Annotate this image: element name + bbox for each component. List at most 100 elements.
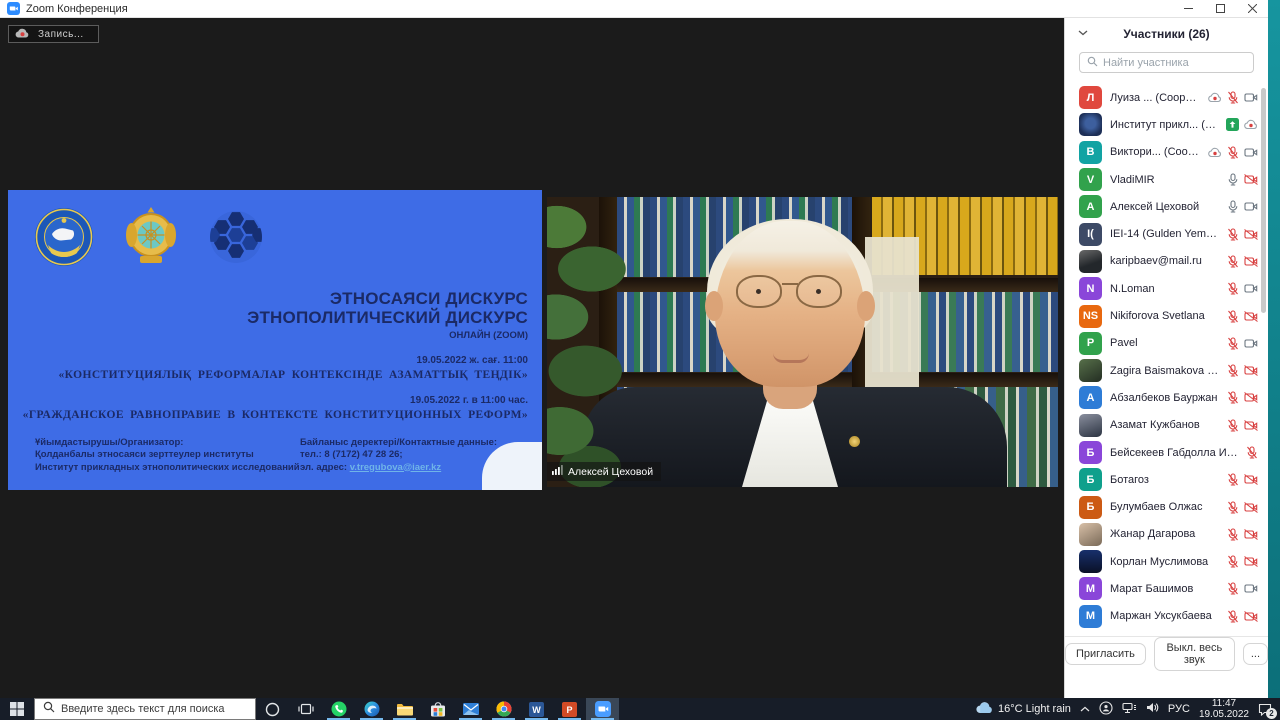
organizer-kk: Қолданбалы этносаяси зерттеулер институт… — [35, 449, 300, 462]
word-icon[interactable]: W — [520, 698, 553, 720]
camera-off-icon — [1244, 174, 1258, 185]
participant-row[interactable]: NSNikiforova Svetlana — [1065, 302, 1268, 329]
participant-row[interactable]: М Марат Башимов — [1065, 575, 1268, 602]
tray-date: 19.05.2022 — [1199, 709, 1249, 720]
participant-row[interactable]: VVladiMIR — [1065, 166, 1268, 193]
participant-row[interactable]: В Виктори... (Соорганизатор) — [1065, 139, 1268, 166]
mic-muted-icon — [1227, 582, 1239, 595]
participant-row[interactable]: Zagira Baismakova (Институт е... — [1065, 357, 1268, 384]
cortana-button[interactable] — [256, 698, 289, 720]
chevron-down-icon[interactable] — [1078, 30, 1088, 36]
participant-name: Виктори... (Соорганизатор) — [1110, 146, 1200, 158]
participant-status-icons — [1246, 446, 1258, 459]
participant-row[interactable]: М Маржан Уксукбаева — [1065, 603, 1268, 630]
participant-name: Марат Башимов — [1110, 583, 1219, 595]
speaker-icon[interactable] — [1146, 702, 1159, 716]
participant-row[interactable]: PPavel — [1065, 330, 1268, 357]
people-icon[interactable] — [1099, 701, 1113, 718]
camera-off-icon — [1244, 311, 1258, 322]
participant-row[interactable]: NN.Loman — [1065, 275, 1268, 302]
slide-subtitle: ОНЛАЙН (ZOOM) — [18, 330, 528, 341]
participant-search-input[interactable]: Найти участника — [1079, 52, 1254, 73]
speaker-glasses — [730, 275, 850, 311]
participant-name: VladiMIR — [1110, 174, 1219, 186]
participant-name: Азамат Кужбанов — [1110, 419, 1219, 431]
participant-row[interactable]: ЛЛуиза ... (Соорганизатор, я) — [1065, 84, 1268, 111]
mic-muted-icon — [1227, 555, 1239, 568]
powerpoint-icon[interactable]: P — [553, 698, 586, 720]
maximize-button[interactable] — [1204, 0, 1236, 17]
participants-title: Участники (26) — [1123, 27, 1209, 41]
invite-button[interactable]: Пригласить — [1065, 643, 1146, 665]
mute-all-button[interactable]: Выкл. весь звук — [1154, 637, 1235, 671]
mic-muted-icon — [1227, 473, 1239, 486]
participant-photo-avatar — [1079, 414, 1102, 437]
participant-row[interactable]: Азамат Кужбанов — [1065, 412, 1268, 439]
window-controls — [1172, 0, 1268, 17]
language-indicator[interactable]: РУС — [1168, 703, 1190, 715]
network-icon[interactable] — [1122, 702, 1137, 717]
participant-row[interactable]: ААбзалбеков Бауржан — [1065, 384, 1268, 411]
contact-email-link[interactable]: v.tregubova@iaer.kz — [350, 462, 441, 473]
mail-icon[interactable] — [454, 698, 487, 720]
tray-expand-chevron-icon[interactable] — [1080, 703, 1090, 715]
participant-avatar: Л — [1079, 86, 1102, 109]
scrollbar[interactable] — [1261, 88, 1266, 313]
taskbar-search-input[interactable]: Введите здесь текст для поиска — [34, 698, 256, 720]
svg-text:W: W — [532, 705, 541, 715]
store-icon[interactable] — [421, 698, 454, 720]
minimize-button[interactable] — [1172, 0, 1204, 17]
participant-avatar: М — [1079, 605, 1102, 628]
whatsapp-icon[interactable] — [322, 698, 355, 720]
slide-title-kk: ЭТНОСАЯСИ ДИСКУРС — [18, 290, 528, 309]
participant-avatar: Б — [1079, 468, 1102, 491]
weather-widget[interactable]: 16°C Light rain — [976, 702, 1071, 717]
start-button[interactable] — [0, 698, 34, 720]
more-options-button[interactable]: ... — [1243, 643, 1268, 665]
participant-row[interactable]: I(IEI-14 (Gulden Yemisheva) — [1065, 220, 1268, 247]
notification-center-icon[interactable]: 2 — [1258, 703, 1272, 716]
participant-avatar: М — [1079, 577, 1102, 600]
participant-name: Ботагоз — [1110, 474, 1219, 486]
participant-status-icons — [1227, 610, 1258, 623]
desktop-background — [1268, 0, 1280, 698]
participant-status-icons — [1227, 419, 1258, 432]
svg-text:P: P — [566, 705, 572, 715]
audio-level-icon — [552, 465, 563, 478]
participant-row[interactable]: ААлексей Цеховой — [1065, 193, 1268, 220]
recording-indicator[interactable]: Запись... — [8, 25, 99, 43]
camera-on-icon — [1244, 201, 1258, 212]
camera-on-icon — [1244, 283, 1258, 294]
participant-status-icons — [1227, 473, 1258, 486]
cloud-record-icon — [1244, 119, 1258, 130]
mic-muted-icon — [1227, 282, 1239, 295]
task-view-button[interactable] — [289, 698, 322, 720]
participant-status-icons — [1227, 255, 1258, 268]
participant-status-icons — [1227, 528, 1258, 541]
participant-status-icons — [1208, 146, 1258, 159]
file-explorer-icon[interactable] — [388, 698, 421, 720]
close-button[interactable] — [1236, 0, 1268, 17]
screen: Zoom Конференция Запись... — [0, 0, 1280, 720]
participant-name: Маржан Уксукбаева — [1110, 610, 1219, 622]
participant-row[interactable]: karipbaev@mail.ru — [1065, 248, 1268, 275]
shared-slide-video: ЭТНОСАЯСИ ДИСКУРС ЭТНОПОЛИТИЧЕСКИЙ ДИСКУ… — [8, 190, 542, 490]
participant-row[interactable]: Жанар Дагарова — [1065, 521, 1268, 548]
participant-row[interactable]: ББулумбаев Олжас — [1065, 493, 1268, 520]
edge-icon[interactable] — [355, 698, 388, 720]
participant-row[interactable]: Б Ботагоз — [1065, 466, 1268, 493]
participant-status-icons — [1227, 391, 1258, 404]
clock[interactable]: 11:47 19.05.2022 — [1199, 698, 1249, 720]
camera-off-icon — [1244, 365, 1258, 376]
slide-organizer-block: Ұйымдастырушы/Организатор: Қолданбалы эт… — [35, 437, 300, 475]
chrome-icon[interactable] — [487, 698, 520, 720]
zoom-taskbar-icon[interactable] — [586, 698, 619, 720]
participant-name: Абзалбеков Бауржан — [1110, 392, 1219, 404]
mic-muted-icon — [1227, 228, 1239, 241]
weather-cloud-icon — [976, 702, 993, 717]
participant-name: Корлан Муслимова — [1110, 556, 1219, 568]
participant-row[interactable]: Институт прикл... (Организатор) — [1065, 111, 1268, 138]
participant-row[interactable]: ББейсекеев Габдолла ИПЭИ — [1065, 439, 1268, 466]
participant-row[interactable]: Корлан Муслимова — [1065, 548, 1268, 575]
participant-avatar: В — [1079, 141, 1102, 164]
